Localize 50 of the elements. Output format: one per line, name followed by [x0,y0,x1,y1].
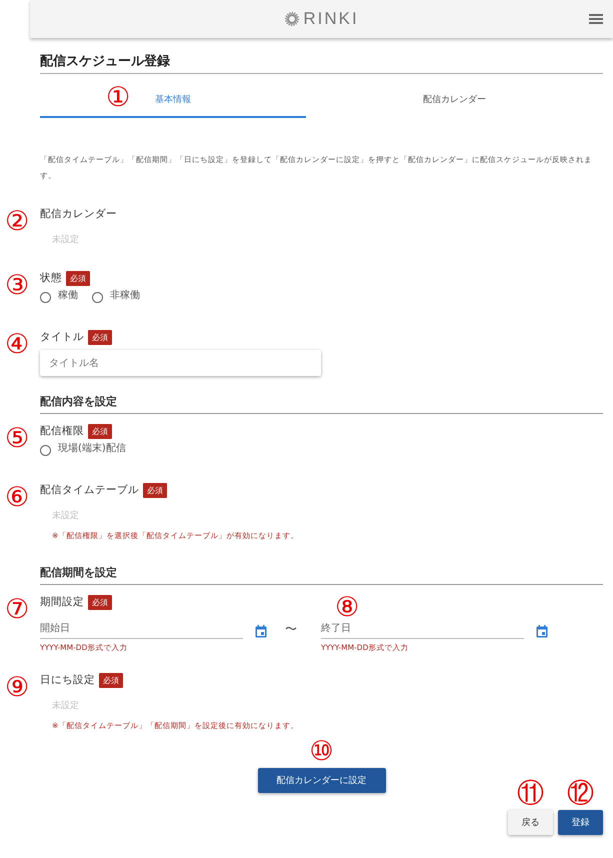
callout-number: ② [5,208,30,236]
field-label: 配信権限 [40,424,84,438]
tab[interactable]: 配信カレンダー [306,82,603,118]
callout-number: ③ [5,272,30,300]
radio-button[interactable] [40,445,51,456]
callout-number: ④ [5,331,30,359]
callout-number: ⑨ [5,674,30,702]
logo-icon [284,11,300,27]
date-input[interactable]: 終了日 [321,621,524,639]
field-label: 期間設定 [40,595,84,609]
required-badge: 必須 [99,672,123,688]
callout-number: ⑫ [567,780,594,808]
callout-number: ⑪ [517,780,544,808]
radio-button[interactable] [40,292,51,303]
option-label: 現場(端末)配信 [58,442,126,455]
required-badge: 必須 [143,482,167,498]
calendar-icon[interactable] [255,625,267,638]
date-input[interactable]: 開始日 [40,621,243,639]
logo-text: RINKI [303,9,359,29]
set-calendar-button[interactable]: 配信カレンダーに設定 [258,768,386,793]
required-badge: 必須 [88,330,112,344]
callout-number: ⑧ [335,594,360,622]
page-title: 配信スケジュール登録 [40,52,603,74]
register-button[interactable]: 登録 [558,810,603,835]
option-label: 非稼働 [110,288,140,302]
field-label: 配信カレンダー [40,207,117,221]
menu-icon[interactable] [589,13,603,25]
radio-button[interactable] [92,292,103,303]
callout-number: ① [106,84,130,112]
title-input[interactable]: タイトル名 [40,350,321,376]
section-heading: 配信内容を設定 [40,394,603,414]
field-label: 状態 [40,271,62,285]
callout-number: ⑦ [5,596,30,624]
field-label: 日にち設定 [40,673,95,687]
callout-number: ⑤ [5,425,30,453]
unset-value: 未設定 [52,234,80,246]
option-label: 稼働 [58,288,78,302]
required-badge: 必須 [66,270,90,286]
back-button[interactable]: 戻る [508,810,553,835]
callout-number: ⑩ [309,738,334,766]
required-badge: 必須 [88,594,112,610]
unset-value: 未設定 [52,700,80,712]
field-label: 配信タイムテーブル [40,483,139,497]
required-badge: 必須 [88,424,112,438]
field-label: タイトル [40,330,84,344]
range-separator: 〜 [284,621,298,638]
unset-value: 未設定 [52,510,80,522]
calendar-icon[interactable] [536,625,548,638]
callout-number: ⑥ [5,484,30,512]
section-heading: 配信期間を設定 [40,565,603,585]
